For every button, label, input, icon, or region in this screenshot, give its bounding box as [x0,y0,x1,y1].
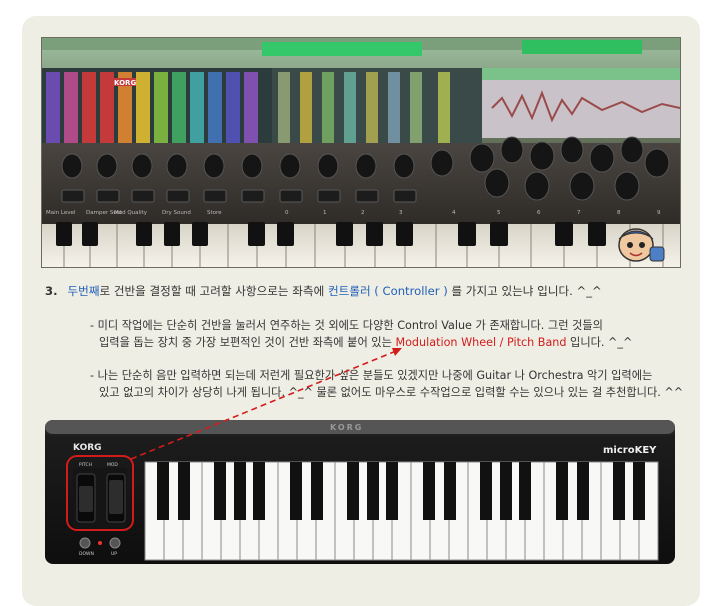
bullet-1-line-2: 입력을 돕는 장치 중 가장 보편적인 것이 건반 좌측에 붙어 있는 Modu… [90,334,632,351]
photo-left-label-0: Main Level [46,210,76,216]
bullet-control-value: - 미디 작업에는 단순히 건반을 눌러서 연주하는 것 외에도 다양한 Con… [90,317,632,351]
photo-knob-label-1: 1 [323,210,327,216]
keyboard-model: microKEY [603,445,657,456]
section-text-1: 로 건반을 결정할 때 고려할 사항으로는 좌측에 [99,284,328,298]
keyboard-brand: KORG [73,443,102,453]
button-down-label: DOWN [79,551,94,557]
highlight-second: 두번째 [67,284,100,298]
photo-left-label-3: Dry Sound [162,210,191,216]
bullet-2-line-2: 있고 없고의 차이가 상당히 나게 됩니다. ^_^ 물론 없어도 마우스로 수… [99,386,684,399]
highlight-controller: 컨트롤러 ( Controller ) [327,284,448,298]
bullet-1-line-1: - 미디 작업에는 단순히 건반을 눌러서 연주하는 것 외에도 다양한 Con… [90,319,603,332]
bullet-recommendation: - 나는 단순히 음만 입력하면 되는데 저런게 필요한가 싶은 분들도 있겠지… [90,367,683,401]
wheel-label-pitch: PITCH [79,462,92,468]
section-text-2: 를 가지고 있는냐 입니다. ^_^ [447,284,602,298]
mascot-sticker-image [618,228,665,262]
wheel-label-mod: MOD [107,462,118,468]
photo-knob-label-6: 6 [537,210,541,216]
photo-knob-label-5: 5 [497,210,501,216]
photo-knob-label-3: 3 [399,210,403,216]
photo-knob-label-4: 4 [452,210,456,216]
photo-left-label-2: Mod Quality [114,210,148,216]
bullet-1-line-2-pre: 입력을 돕는 장치 중 가장 보편적인 것이 건반 좌측에 붙어 있는 [99,336,396,349]
photo-knob-label-0: 0 [285,210,289,216]
section-number: 3. [45,284,58,298]
photo-knob-label-9: 9 [657,210,661,216]
keyboard-back-brand: KORG [330,423,363,432]
photo-knob-label-7: 7 [577,210,581,216]
keyboard-photo: KORG Main Level Damper Sust Mod Quality … [41,37,681,268]
bullet-1-line-2-post: 입니다. ^_^ [566,336,633,349]
bullet-2-line-1: - 나는 단순히 음만 입력하면 되는데 저런게 필요한가 싶은 분들도 있겠지… [90,369,653,382]
photo-illustration: KORG Main Level Damper Sust Mod Quality … [42,38,680,267]
photo-knob-label-8: 8 [617,210,621,216]
button-up-label: UP [111,551,117,557]
highlight-modulation-wheel: Modulation Wheel / Pitch Band [395,336,567,349]
photo-brand: KORG [114,79,136,87]
section-3-line: 3. 두번째로 건반을 결정할 때 고려할 사항으로는 좌측에 컨트롤러 ( Co… [45,283,602,299]
photo-knob-label-2: 2 [361,210,365,216]
photo-left-label-4: Store [207,210,222,216]
microkey-keyboard-image: KORG KORG microKEY PITCH MOD DOWN UP [45,420,675,564]
